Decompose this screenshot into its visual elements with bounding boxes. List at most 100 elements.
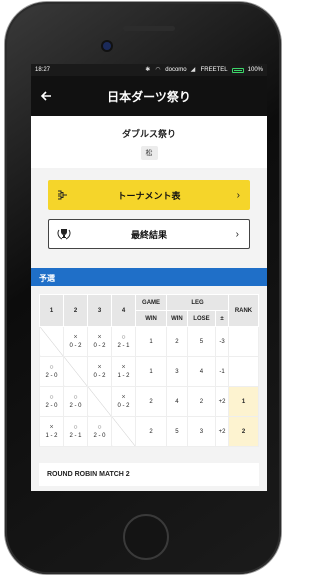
match-cell: × 1 - 2 [39, 416, 64, 447]
match-cell: ○ 2 - 0 [87, 416, 112, 447]
battery-level: 100% [247, 67, 263, 73]
win-mark: ○ [97, 424, 102, 431]
match-score: 0 - 2 [69, 343, 82, 349]
round-robin-table-wrap: 1 2 3 4 GAME LEG RANK WIN WIN LOSE ± × 0… [31, 286, 267, 453]
game-win-cell: 1 [134, 326, 168, 357]
game-win-cell: 2 [134, 416, 168, 447]
match-score: 0 - 2 [93, 343, 106, 349]
win-mark: ○ [73, 424, 78, 431]
rank-cell: 1 [227, 386, 260, 417]
table-row: ○ 2 - 0 ○ 2 - 0 × 0 - 2 2 4 2 +2 1 [39, 386, 260, 417]
col-header-3: 3 [87, 294, 112, 327]
section-header-qualifier: 予選 [31, 268, 267, 286]
bluetooth-icon: ✱ [145, 66, 151, 73]
match-score: 2 - 0 [45, 403, 58, 409]
back-button[interactable] [31, 76, 61, 116]
status-right: ✱ ◠ docomo ◢ FREETEL 100% [145, 66, 263, 74]
rank-cell: 2 [227, 416, 260, 447]
app-bar: 日本ダーツ祭り [31, 76, 267, 116]
loss-mark: × [97, 334, 102, 341]
status-bar: 18:27 ✱ ◠ docomo ◢ FREETEL 100% [31, 64, 267, 76]
leg-header: LEG [166, 294, 229, 311]
match-cell: × 0 - 2 [87, 326, 112, 357]
leg-win-cell: 2 [166, 326, 188, 357]
carrier-1: docomo [165, 67, 187, 73]
match-score: 2 - 1 [69, 433, 82, 439]
match-cell: × 0 - 2 [63, 326, 88, 357]
match-cell: × 0 - 2 [87, 356, 112, 387]
leg-win-cell: 3 [166, 356, 188, 387]
match-cell: ○ 2 - 0 [39, 386, 64, 417]
tournament-button-label: トーナメント表 [117, 190, 181, 201]
carrier-2: FREETEL [200, 67, 228, 73]
page-title: 日本ダーツ祭り [107, 89, 191, 104]
col-header-4: 4 [111, 294, 136, 327]
match-score: 1 - 2 [45, 433, 58, 439]
leg-lose-cell: 5 [186, 326, 217, 357]
match-cell: × 0 - 2 [111, 386, 136, 417]
chevron-right-icon: › [235, 228, 239, 240]
status-time: 18:27 [35, 67, 51, 73]
round-robin-match-2-card[interactable]: ROUND ROBIN MATCH 2 [39, 463, 259, 486]
match-score: 2 - 0 [45, 373, 58, 379]
event-grade-badge: 松 [140, 146, 158, 160]
chevron-right-icon: › [236, 189, 240, 201]
round-robin-table: 1 2 3 4 GAME LEG RANK WIN WIN LOSE ± × 0… [39, 294, 260, 447]
match-cell: × 1 - 2 [111, 356, 136, 387]
match-cell: ○ 2 - 0 [63, 386, 88, 417]
win-mark: ○ [121, 334, 126, 341]
leg-lose-cell: 4 [186, 356, 217, 387]
self-match-cell [87, 386, 112, 417]
match-score: 1 - 2 [117, 373, 130, 379]
final-results-label: 最終結果 [130, 229, 167, 240]
col-header-1: 1 [39, 294, 64, 327]
leg-lose-cell: 2 [186, 386, 217, 417]
table-row: × 0 - 2 × 0 - 2 ○ 2 - 1 1 2 5 -3 [39, 326, 260, 357]
leg-diff-cell: +2 [215, 386, 229, 417]
self-match-cell [63, 356, 88, 387]
win-mark: ○ [73, 394, 78, 401]
match-cell: ○ 2 - 1 [63, 416, 88, 447]
leg-diff-cell: +2 [215, 416, 229, 447]
bracket-icon [58, 190, 67, 200]
leg-diff-cell: -1 [215, 356, 229, 387]
final-results-button[interactable]: 最終結果 › [48, 219, 250, 249]
leg-lose-header: LOSE [186, 310, 217, 327]
loss-mark: × [49, 424, 54, 431]
speaker-grille [123, 26, 175, 31]
app-screen: 18:27 ✱ ◠ docomo ◢ FREETEL 100% 日本ダーツ祭り … [31, 64, 267, 491]
win-mark: ○ [49, 364, 54, 371]
match-cell: ○ 2 - 1 [111, 326, 136, 357]
phone-frame: 18:27 ✱ ◠ docomo ◢ FREETEL 100% 日本ダーツ祭り … [5, 2, 281, 574]
rank-cell [227, 326, 260, 357]
final-results-icon-wrap [49, 226, 79, 242]
loss-mark: × [97, 364, 102, 371]
tournament-icon-wrap [48, 189, 78, 201]
table-row: × 1 - 2 ○ 2 - 1 ○ 2 - 0 2 5 3 +2 2 [39, 416, 260, 447]
laurel-trophy-icon [57, 229, 71, 240]
match-card-title: ROUND ROBIN MATCH 2 [47, 471, 130, 478]
leg-diff-header: ± [215, 310, 229, 327]
match-score: 2 - 0 [93, 433, 106, 439]
rank-cell [227, 356, 260, 387]
loss-mark: × [121, 364, 126, 371]
match-score: 2 - 0 [69, 403, 82, 409]
leg-win-header: WIN [166, 310, 188, 327]
leg-lose-cell: 3 [186, 416, 217, 447]
table-row: ○ 2 - 0 × 0 - 2 × 1 - 2 1 3 4 -1 [39, 356, 260, 387]
game-win-cell: 2 [134, 386, 168, 417]
action-buttons: トーナメント表 › 最終結果 › [31, 168, 267, 268]
game-header: GAME [134, 294, 168, 311]
home-button[interactable] [123, 514, 169, 560]
col-header-2: 2 [63, 294, 88, 327]
front-camera [103, 42, 111, 50]
round-robin-body: × 0 - 2 × 0 - 2 ○ 2 - 1 1 2 5 -3 ○ 2 - 0 × 0 - 2 × 1 - … [39, 326, 260, 447]
game-win-header: WIN [134, 310, 168, 327]
arrow-left-icon [40, 91, 51, 101]
event-header: ダブルス祭り 松 [31, 116, 267, 168]
tournament-bracket-button[interactable]: トーナメント表 › [48, 180, 250, 210]
loss-mark: × [73, 334, 78, 341]
game-win-cell: 1 [134, 356, 168, 387]
match-score: 0 - 2 [93, 373, 106, 379]
leg-win-cell: 5 [166, 416, 188, 447]
